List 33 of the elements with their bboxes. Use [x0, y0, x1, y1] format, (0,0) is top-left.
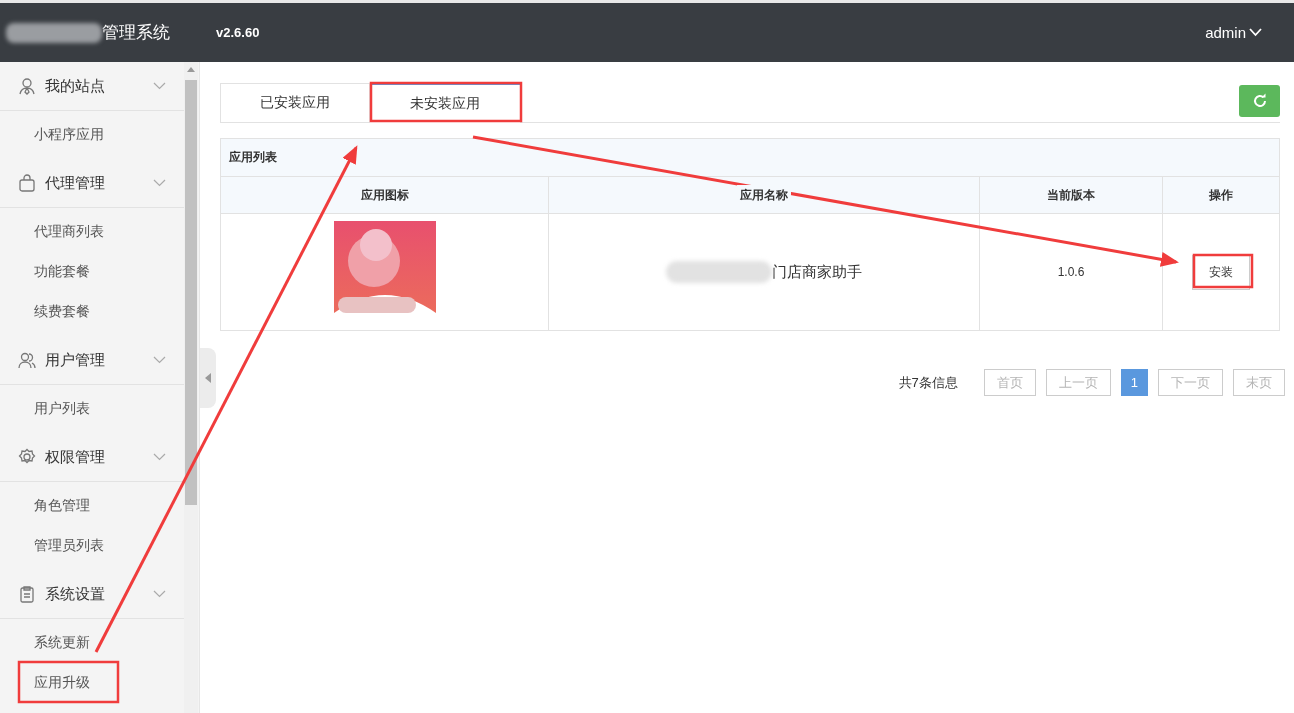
chevron-down-icon: [153, 453, 166, 461]
group-icon: [18, 350, 36, 370]
menu-item[interactable]: 小程序应用: [0, 115, 184, 155]
group-icon: [18, 584, 36, 604]
app-name: 门店商家助手: [772, 262, 862, 282]
panel-title: 应用列表: [221, 139, 1279, 177]
version-cell: 1.0.6: [1057, 265, 1085, 279]
user-menu[interactable]: admin: [1199, 23, 1268, 42]
chevron-down-icon: [153, 179, 166, 187]
chevron-down-icon: [153, 356, 166, 364]
refresh-icon: [1251, 93, 1268, 109]
highlight-box: [1192, 253, 1254, 289]
menu-item[interactable]: 代理商列表: [0, 212, 184, 252]
group-icon: [18, 76, 36, 96]
scroll-up-icon: [187, 67, 195, 72]
chevron-down-icon: [153, 590, 166, 598]
collapse-handle[interactable]: [200, 348, 216, 408]
menu-item[interactable]: 系统更新: [0, 623, 184, 663]
menu-item[interactable]: 应用升级: [0, 663, 184, 703]
menu-item[interactable]: 角色管理: [0, 486, 184, 526]
tab[interactable]: 已安装应用: [220, 83, 370, 122]
record-count: 共7条信息: [898, 373, 958, 392]
refresh-button[interactable]: [1239, 85, 1280, 117]
menu-item[interactable]: 功能套餐: [0, 252, 184, 292]
chevron-down-icon: [153, 82, 166, 90]
group-icon: [18, 173, 36, 193]
app-title: 管理系统: [102, 22, 170, 44]
menu-item[interactable]: 用户列表: [0, 389, 184, 429]
menu-item[interactable]: 续费套餐: [0, 292, 184, 332]
chevron-down-icon: [1249, 28, 1262, 37]
menu-item[interactable]: 管理员列表: [0, 526, 184, 566]
collapse-arrow-icon: [205, 373, 211, 383]
version-label: v2.6.60: [216, 25, 260, 40]
